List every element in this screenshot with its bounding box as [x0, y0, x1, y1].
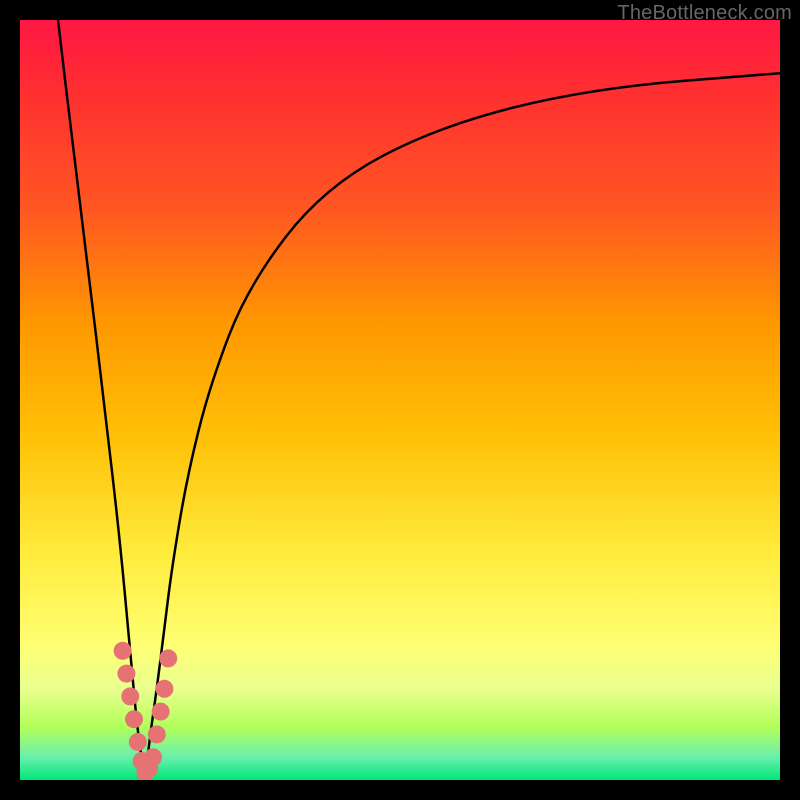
- marker-point: [129, 733, 147, 751]
- marker-point: [155, 680, 173, 698]
- marker-point: [117, 665, 135, 683]
- marker-point: [148, 725, 166, 743]
- marker-point: [121, 687, 139, 705]
- chart-plot-area: [20, 20, 780, 780]
- marker-point: [144, 748, 162, 766]
- chart-frame: TheBottleneck.com: [0, 0, 800, 800]
- curve-left-branch: [58, 20, 145, 780]
- marker-point: [152, 703, 170, 721]
- chart-svg: [20, 20, 780, 780]
- watermark-text: TheBottleneck.com: [617, 2, 792, 25]
- marker-group: [114, 642, 178, 780]
- marker-point: [125, 710, 143, 728]
- marker-point: [114, 642, 132, 660]
- marker-point: [159, 649, 177, 667]
- curve-right-branch: [145, 73, 780, 780]
